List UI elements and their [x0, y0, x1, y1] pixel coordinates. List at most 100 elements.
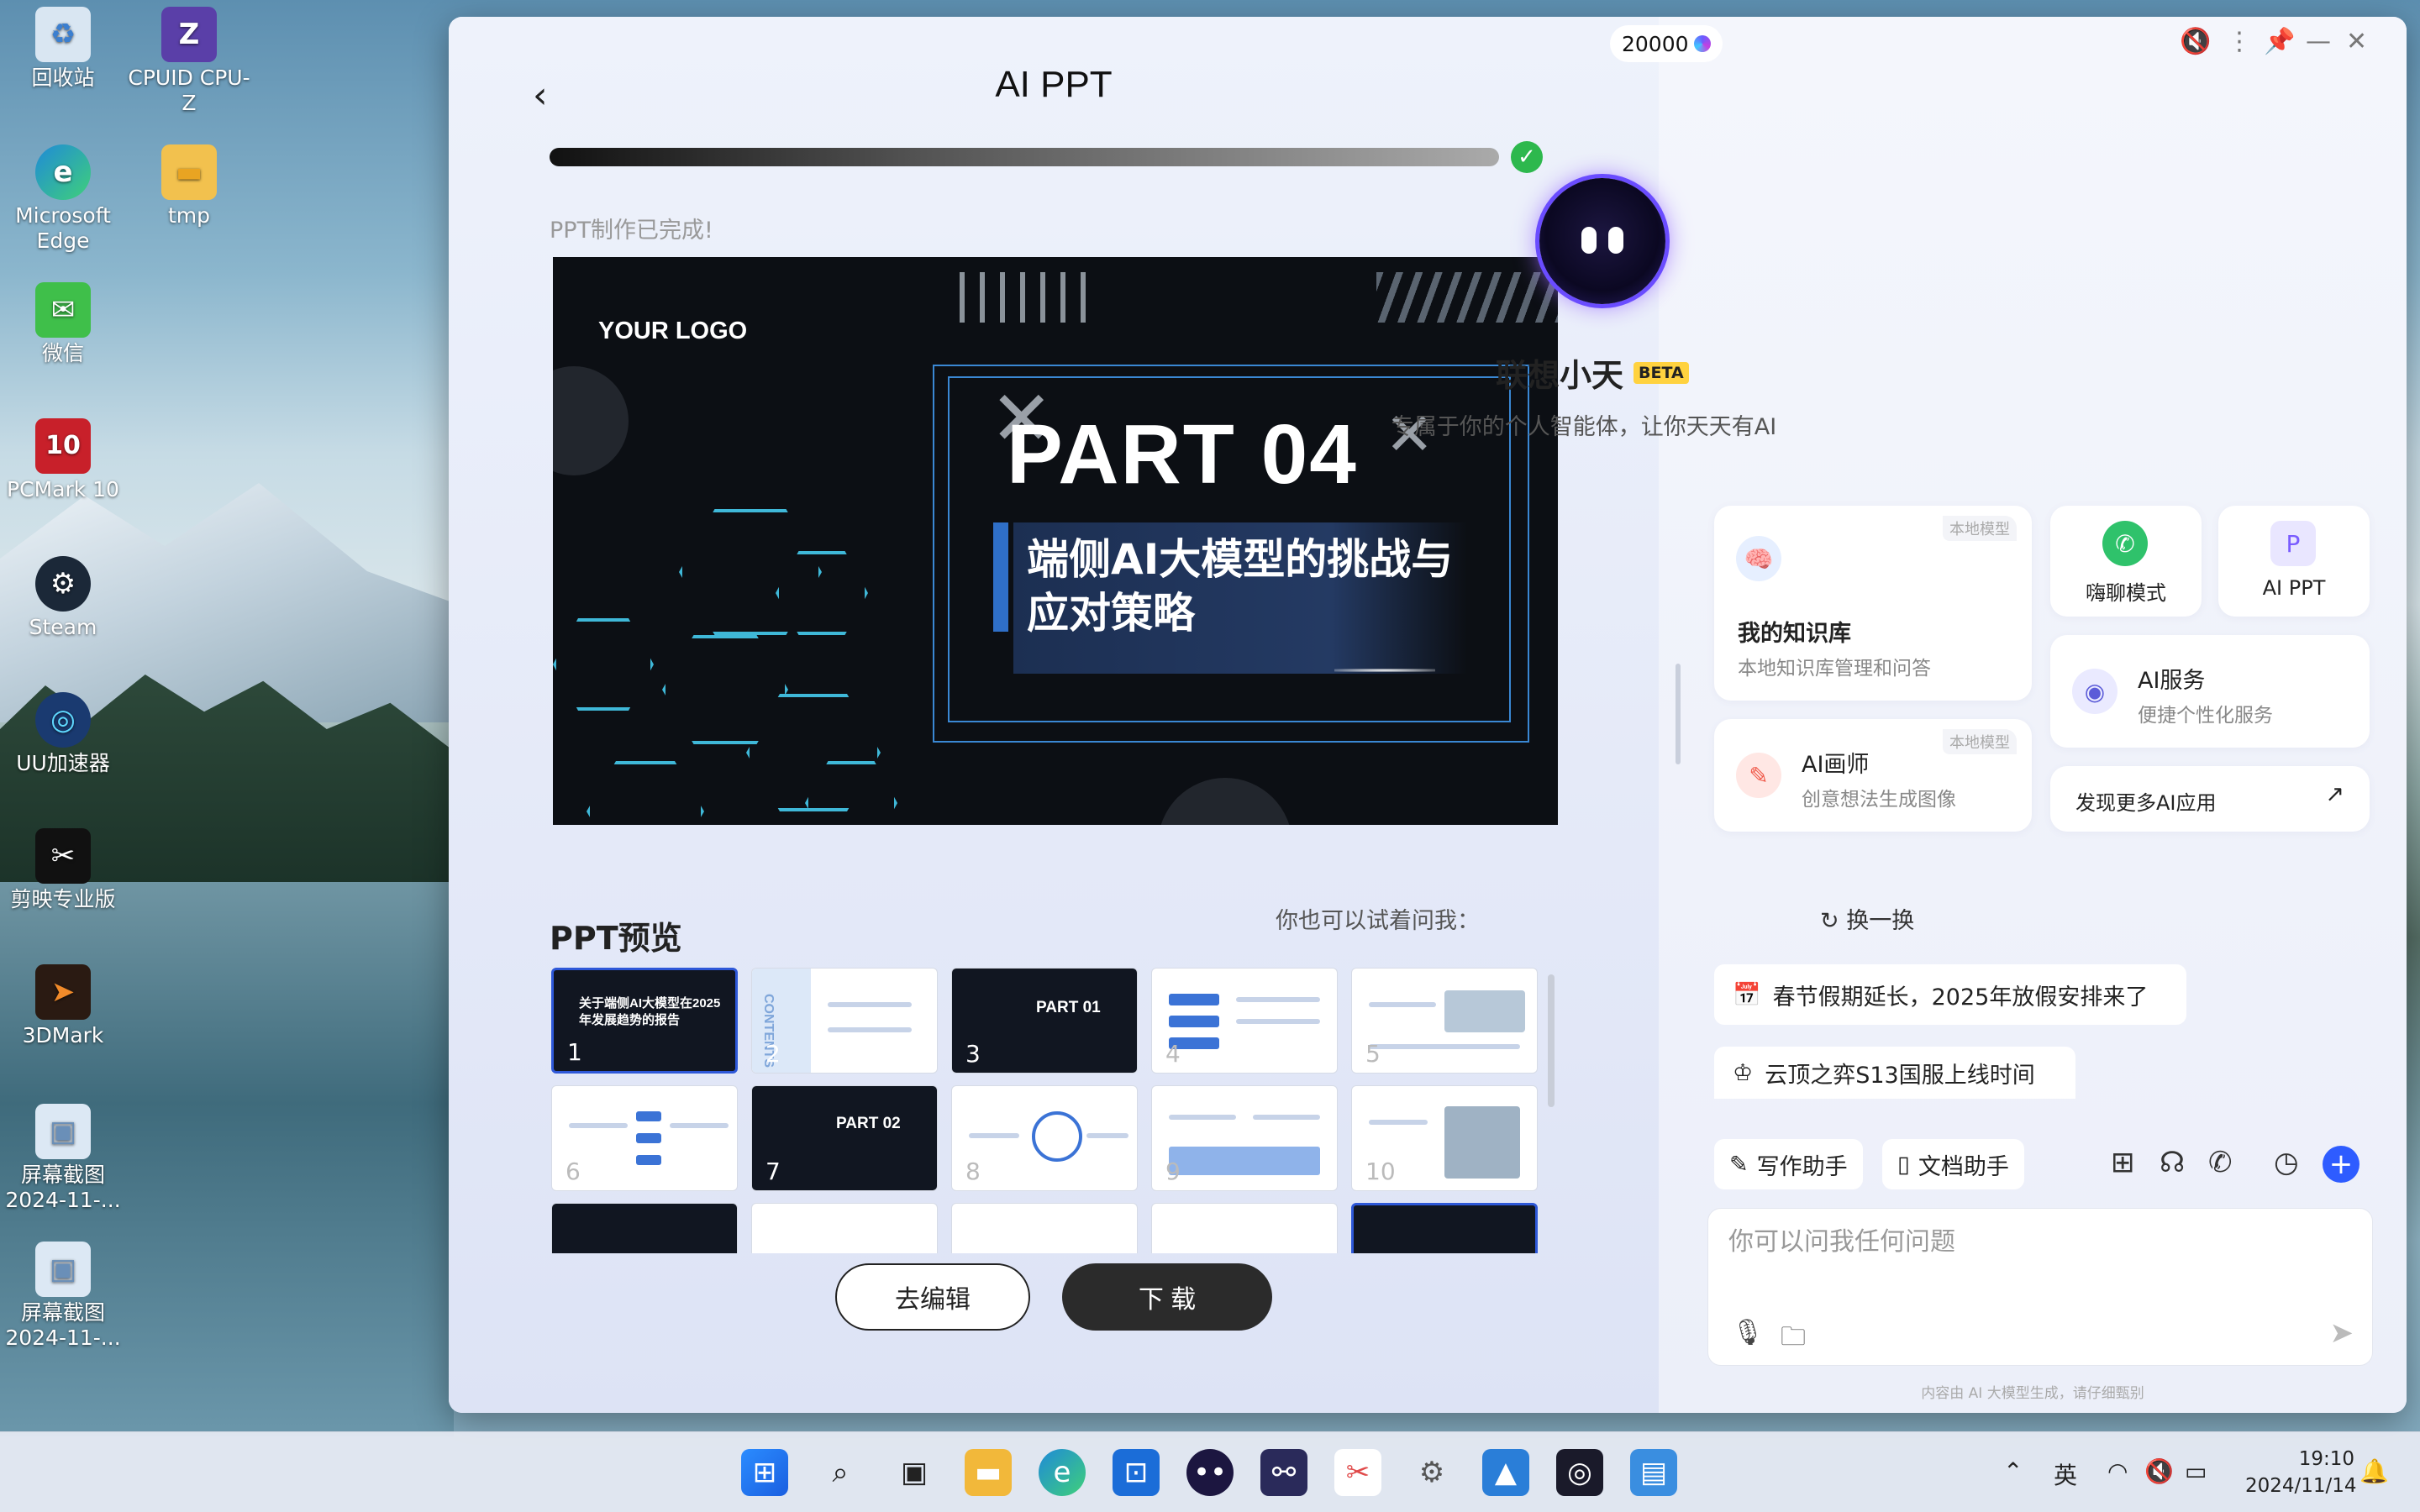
slide-subtitle: 端侧AI大模型的挑战与 应对策略 — [1013, 522, 1467, 674]
photos-icon[interactable]: ▲ — [1482, 1449, 1529, 1496]
battery-icon[interactable]: ▭ — [2185, 1457, 2207, 1485]
thumbnail[interactable] — [951, 1203, 1138, 1253]
thumbnail-title: PART 02 — [836, 1115, 901, 1132]
progress-bar — [550, 148, 1499, 166]
cpuz-icon: Z — [161, 7, 217, 62]
thumbnail[interactable] — [551, 1203, 738, 1253]
snipping-tool-icon[interactable]: ✂ — [1334, 1449, 1381, 1496]
writing-assistant-button[interactable]: ✎ 写作助手 — [1714, 1139, 1863, 1189]
knowledge-brain-icon: 🧠 — [1736, 536, 1781, 581]
thumbnail[interactable]: 8 — [951, 1085, 1138, 1191]
desktop-icon-label: 屏幕截图 2024-11-... — [5, 1300, 121, 1350]
store-icon[interactable]: ⊡ — [1113, 1449, 1160, 1496]
desktop-icon-label: Steam — [29, 615, 97, 639]
pin-icon[interactable]: 📌 — [2264, 27, 2295, 56]
thumbnail[interactable]: 6 — [551, 1085, 738, 1191]
knowledge-base-card[interactable]: 本地模型 🧠 我的知识库 本地知识库管理和问答 — [1714, 506, 2032, 701]
more-vertical-icon[interactable]: ⋮ — [2227, 27, 2252, 56]
volume-muted-icon[interactable]: 🔇 — [2144, 1457, 2174, 1485]
minimize-icon[interactable]: — — [2306, 27, 2331, 56]
decor-stripes — [1376, 272, 1558, 323]
microphone-icon[interactable]: 🎙 — [1732, 1318, 1764, 1347]
mute-icon[interactable]: 🔇 — [2180, 27, 2211, 56]
history-clock-icon[interactable]: ◷ — [2274, 1146, 2299, 1179]
desktop-icon-wechat[interactable]: ✉ 微信 — [0, 282, 126, 366]
thumbnail[interactable]: 9 — [1151, 1085, 1338, 1191]
image-viewer-icon[interactable]: ▤ — [1630, 1449, 1677, 1496]
edge-icon: e — [35, 144, 91, 200]
desktop-icon-recycle-bin[interactable]: ♻ 回收站 — [0, 7, 126, 91]
phone-call-icon[interactable]: ✆ — [2208, 1146, 2233, 1179]
thumbnail[interactable]: PART 01 3 — [951, 968, 1138, 1074]
thumbnail-number: 2 — [765, 1040, 781, 1068]
thumbnail[interactable]: 4 — [1151, 968, 1338, 1074]
settings-gear-icon[interactable]: ⚙ — [1408, 1449, 1455, 1496]
download-button[interactable]: 下 载 — [1062, 1263, 1272, 1331]
suggestion-chip[interactable]: 📅 春节假期延长，2025年放假安排来了 — [1714, 964, 2186, 1025]
desktop-icon-uu[interactable]: ◎ UU加速器 — [0, 692, 126, 776]
desktop-icon-steam[interactable]: ⚙ Steam — [0, 556, 126, 640]
new-chat-plus-icon[interactable]: + — [2323, 1146, 2360, 1183]
desktop-icon-screenshot-1[interactable]: ▣ 屏幕截图 2024-11-... — [0, 1104, 126, 1213]
chat-mode-card[interactable]: ✆ 嗨聊模式 — [2050, 506, 2202, 617]
ime-indicator[interactable]: 英 — [2054, 1457, 2077, 1491]
doc-assistant-button[interactable]: ▯ 文档助手 — [1882, 1139, 2024, 1189]
file-explorer-icon[interactable]: ▬ — [965, 1449, 1012, 1496]
desktop-icon-tmp[interactable]: ▬ tmp — [126, 144, 252, 228]
desktop-icon-capcut[interactable]: ✂ 剪映专业版 — [0, 828, 126, 912]
task-view-icon[interactable]: ▣ — [891, 1449, 938, 1496]
apps-icon[interactable]: ⊞ — [2111, 1146, 2135, 1179]
thumbnail-scrollbar[interactable] — [1548, 974, 1555, 1107]
camera-app-icon[interactable]: ◎ — [1556, 1449, 1603, 1496]
desktop-icon-3dmark[interactable]: ➤ 3DMark — [0, 964, 126, 1048]
wechat-icon: ✉ — [35, 282, 91, 338]
suggestion-heading: 你也可以试着问我： — [1276, 908, 1480, 934]
folder-upload-icon[interactable]: 🗀 — [1781, 1318, 1806, 1361]
edit-button[interactable]: 去编辑 — [835, 1263, 1030, 1331]
edge-icon[interactable]: e — [1039, 1449, 1086, 1496]
paint-icon: ✎ — [1736, 753, 1781, 798]
desktop-icon-edge[interactable]: e Microsoft Edge — [0, 144, 126, 254]
ai-service-card[interactable]: ◉ AI服务 便捷个性化服务 — [2050, 635, 2370, 748]
clock[interactable]: 19:10 2024/11/14 — [2245, 1446, 2357, 1499]
headset-icon[interactable]: ☊ — [2160, 1146, 2185, 1179]
thumbnail[interactable]: 5 — [1351, 968, 1538, 1074]
refresh-button[interactable]: ↻ 换一换 — [1820, 902, 1914, 935]
ai-painter-card[interactable]: 本地模型 ✎ AI画师 创意想法生成图像 — [1714, 719, 2032, 832]
thumbnail[interactable]: 关于端侧AI大模型在2025年发展趋势的报告 1 — [551, 968, 738, 1074]
desktop-icon-cpuz[interactable]: Z CPUID CPU-Z — [126, 7, 252, 116]
ai-disclaimer: 内容由 AI 大模型生成，请仔细甄别 — [1921, 1385, 2144, 1402]
card-title: 我的知识库 — [1738, 621, 1851, 647]
close-icon[interactable]: ✕ — [2346, 27, 2367, 56]
notification-bell-icon[interactable]: 🔔 — [2360, 1457, 2389, 1485]
thumbnail[interactable]: PART 02 7 — [751, 1085, 938, 1191]
desktop-icon-label: 屏幕截图 2024-11-... — [5, 1163, 121, 1212]
lenovo-assistant-icon[interactable]: •• — [1186, 1449, 1234, 1496]
decor-bars — [960, 272, 1094, 323]
folder-icon: ▬ — [161, 144, 217, 200]
app-icon[interactable]: ⚯ — [1260, 1449, 1307, 1496]
card-title: AI PPT — [2262, 576, 2326, 600]
credits-badge[interactable]: 20000 — [1610, 25, 1723, 62]
thumbnail[interactable]: 10 — [1351, 1085, 1538, 1191]
decor-accent-bar — [993, 522, 1008, 632]
slide-preview[interactable]: YOUR LOGO ✕ ✕ PART 04 端侧AI大模型的挑战与 应对策略 — [553, 257, 1558, 825]
search-icon[interactable]: ⌕ — [817, 1449, 864, 1496]
credits-coin-icon — [1693, 35, 1711, 52]
send-icon[interactable]: ➤ — [2330, 1316, 2354, 1350]
chat-input[interactable] — [1728, 1227, 2350, 1257]
panel-resize-handle[interactable] — [1676, 664, 1681, 764]
thumbnail[interactable]: CONTENTS 2 — [751, 968, 938, 1074]
thumbnail[interactable] — [1151, 1203, 1338, 1253]
thumbnail[interactable] — [1351, 1203, 1538, 1253]
wifi-icon[interactable]: ◠ — [2107, 1457, 2128, 1485]
desktop-icon-screenshot-2[interactable]: ▣ 屏幕截图 2024-11-... — [0, 1242, 126, 1351]
thumbnail-number: 5 — [1365, 1040, 1381, 1068]
suggestion-chip[interactable]: ♔ 云顶之弈S13国服上线时间 — [1714, 1047, 2075, 1099]
start-icon[interactable]: ⊞ — [741, 1449, 788, 1496]
local-model-tag: 本地模型 — [1943, 729, 2017, 754]
thumbnail[interactable] — [751, 1203, 938, 1253]
ai-ppt-card[interactable]: P AI PPT — [2218, 506, 2370, 617]
tray-chevron-up-icon[interactable]: ⌃ — [2003, 1457, 2023, 1485]
discover-more-card[interactable]: 发现更多AI应用 ↗ — [2050, 766, 2370, 832]
